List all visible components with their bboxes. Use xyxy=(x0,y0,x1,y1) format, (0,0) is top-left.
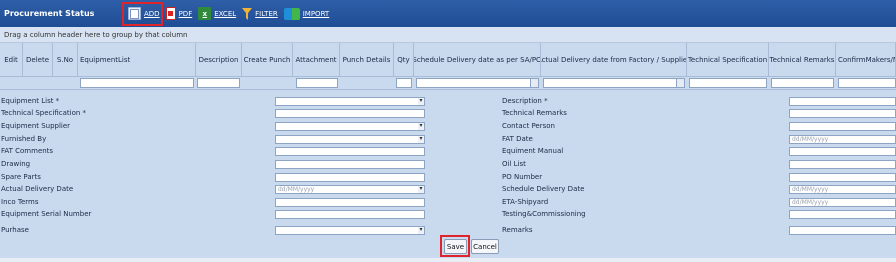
po-number-input[interactable] xyxy=(789,173,896,182)
filter-confirm-makers[interactable] xyxy=(838,78,896,88)
description-input[interactable] xyxy=(789,97,896,106)
spare-parts-input[interactable] xyxy=(275,173,425,182)
import-icon xyxy=(283,7,300,20)
label-po-number: PO Number xyxy=(502,173,543,181)
filter-row xyxy=(0,77,896,90)
column-header-actual-delivery[interactable]: Actual Delivery date from Factory / Supp… xyxy=(541,43,687,77)
label-equiment-manual: Equiment Manual xyxy=(502,147,564,155)
filter-icon xyxy=(242,7,253,20)
import-button[interactable]: IMPORT xyxy=(283,7,330,20)
column-header-equipment-list[interactable]: EquipmentList xyxy=(78,43,196,77)
testing-commissioning-input[interactable] xyxy=(789,210,896,219)
furnished-by-select[interactable] xyxy=(275,135,425,144)
column-header-description[interactable]: Description xyxy=(196,43,242,77)
label-fat-date: FAT Date xyxy=(502,135,533,143)
excel-button[interactable]: x EXCEL xyxy=(198,7,236,20)
label-actual-delivery-date: Actual Delivery Date xyxy=(1,185,74,193)
remarks-input[interactable] xyxy=(789,226,896,235)
label-technical-remarks: Technical Remarks xyxy=(502,109,567,117)
column-header-punch-details[interactable]: Punch Details xyxy=(340,43,394,77)
filter-schedule-delivery[interactable] xyxy=(416,78,539,88)
column-header-edit[interactable]: Edit xyxy=(0,43,23,77)
technical-specification-input[interactable] xyxy=(275,109,425,118)
page-title: Procurement Status xyxy=(4,9,95,18)
column-header-sno[interactable]: S.No xyxy=(53,43,78,77)
column-header-technical-remarks[interactable]: Technical Remarks xyxy=(769,43,836,77)
import-label: IMPORT xyxy=(302,9,330,18)
eta-shipyard-input[interactable]: dd/MM/yyyy xyxy=(789,198,896,207)
fat-date-input[interactable]: dd/MM/yyyy xyxy=(789,135,896,144)
excel-label: EXCEL xyxy=(214,9,237,18)
add-highlight-box xyxy=(122,2,163,26)
filter-equipment-list[interactable] xyxy=(80,78,194,88)
group-by-panel[interactable]: Drag a column header here to group by th… xyxy=(0,27,896,43)
contact-person-input[interactable] xyxy=(789,122,896,131)
filter-technical-specification[interactable] xyxy=(689,78,767,88)
label-spare-parts: Spare Parts xyxy=(1,173,41,181)
label-remarks: Remarks xyxy=(502,226,533,234)
fat-comments-input[interactable] xyxy=(275,147,425,156)
group-by-hint: Drag a column header here to group by th… xyxy=(4,30,188,39)
grid-header: Edit Delete S.No EquipmentList Descripti… xyxy=(0,43,896,77)
filter-description[interactable] xyxy=(197,78,240,88)
label-equipment-supplier: Equipment Supplier xyxy=(1,122,71,130)
technical-remarks-input[interactable] xyxy=(789,109,896,118)
column-header-confirm-makers[interactable]: ConfirmMakers/M xyxy=(836,43,896,77)
label-drawing: Drawing xyxy=(1,160,31,168)
filter-technical-remarks[interactable] xyxy=(771,78,834,88)
label-furnished-by: Furnished By xyxy=(1,135,47,143)
label-testing-commissioning: Testing&Commissioning xyxy=(502,210,586,218)
column-header-delete[interactable]: Delete xyxy=(23,43,53,77)
pdf-icon xyxy=(165,7,176,20)
excel-icon: x xyxy=(198,7,212,20)
column-header-qty[interactable]: Qty xyxy=(394,43,414,77)
equipment-serial-number-input[interactable] xyxy=(275,210,425,219)
label-description: Description * xyxy=(502,97,548,105)
equipment-list-select[interactable] xyxy=(275,97,425,106)
filter-actual-delivery[interactable] xyxy=(543,78,685,88)
equiment-manual-input[interactable] xyxy=(789,147,896,156)
label-schedule-delivery-date: Schedule Delivery Date xyxy=(502,185,585,193)
actual-delivery-date-input[interactable]: dd/MM/yyyy xyxy=(275,185,425,194)
cancel-button[interactable]: Cancel xyxy=(471,239,499,254)
label-technical-specification: Technical Specification * xyxy=(1,109,87,117)
save-highlight-box xyxy=(440,235,470,257)
column-header-technical-specification[interactable]: Technical Specification xyxy=(687,43,769,77)
purhase-select[interactable] xyxy=(275,226,425,235)
label-purhase: Purhase xyxy=(1,226,29,234)
column-header-create-punch[interactable]: Create Punch xyxy=(242,43,293,77)
inco-terms-input[interactable] xyxy=(275,198,425,207)
label-fat-comments: FAT Comments xyxy=(1,147,54,155)
drawing-input[interactable] xyxy=(275,160,425,169)
label-contact-person: Contact Person xyxy=(502,122,555,130)
filter-qty[interactable] xyxy=(396,78,412,88)
column-header-schedule-delivery[interactable]: Schedule Delivery date as per SA/PO xyxy=(414,43,541,77)
filter-label: FILTER xyxy=(255,9,278,18)
label-oil-list: Oil List xyxy=(502,160,526,168)
equipment-supplier-select[interactable] xyxy=(275,122,425,131)
label-equipment-serial-number: Equipment Serial Number xyxy=(1,210,92,218)
schedule-delivery-date-input[interactable]: dd/MM/yyyy xyxy=(789,185,896,194)
label-eta-shipyard: ETA-Shipyard xyxy=(502,198,549,206)
filter-button[interactable]: FILTER xyxy=(242,7,278,20)
pdf-button[interactable]: PDF xyxy=(165,7,193,20)
column-header-attachment[interactable]: Attachment xyxy=(293,43,340,77)
grid-footer-strip xyxy=(0,258,896,262)
oil-list-input[interactable] xyxy=(789,160,896,169)
label-equipment-list: Equipment List * xyxy=(1,97,60,105)
label-inco-terms: Inco Terms xyxy=(1,198,39,206)
pdf-label: PDF xyxy=(178,9,193,18)
filter-attachment[interactable] xyxy=(296,78,338,88)
